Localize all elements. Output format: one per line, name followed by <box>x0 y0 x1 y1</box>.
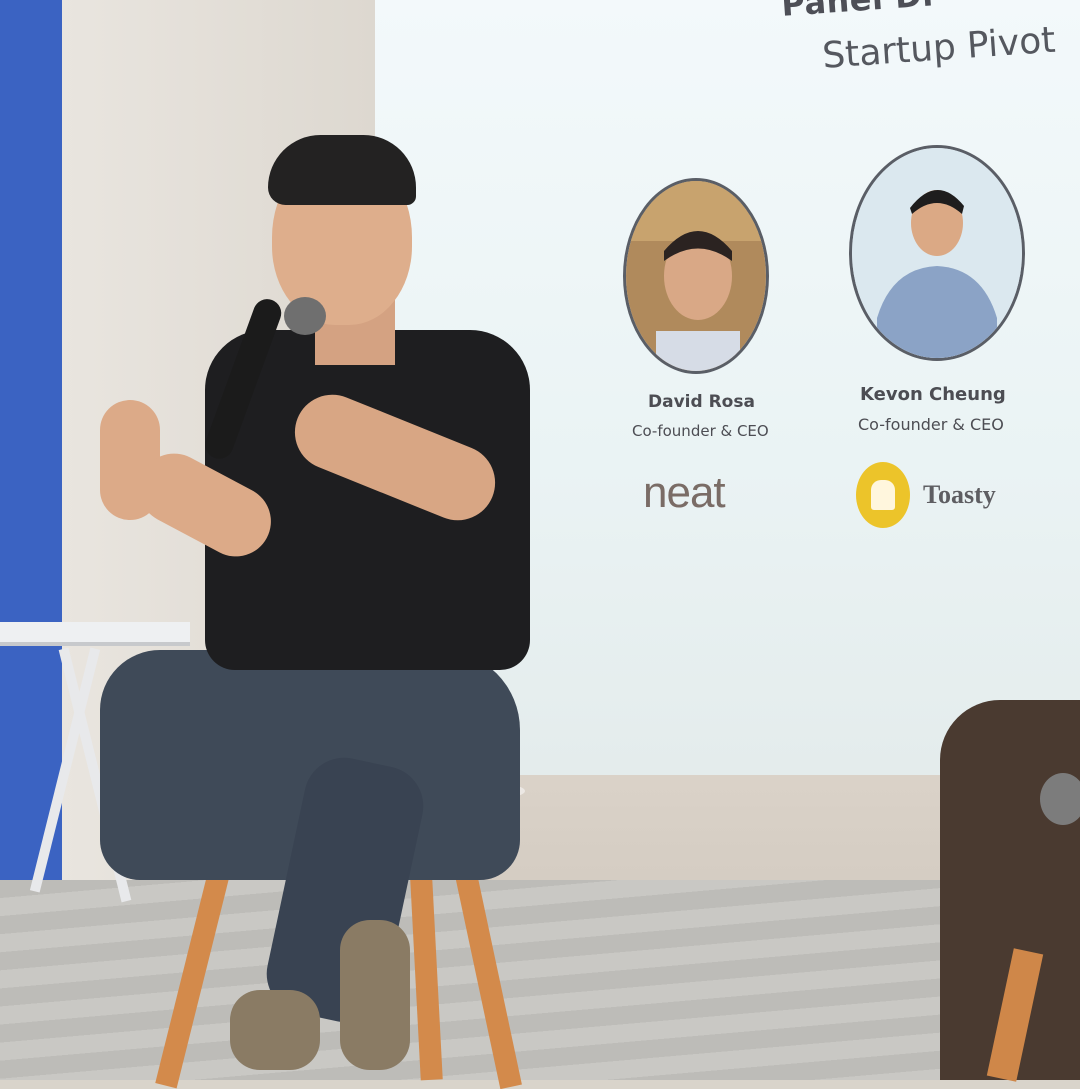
speaker-hair <box>268 135 416 205</box>
photo-scene: Panel Di Startup Pivot David Rosa Co-fou… <box>0 0 1080 1089</box>
speaker-name: Kevon Cheung <box>860 384 1006 405</box>
speaker-role: Co-founder & CEO <box>632 422 769 440</box>
speaker-photo-david <box>623 178 769 374</box>
speaker-photo-kevon <box>849 145 1025 361</box>
slide-subtitle: Startup Pivot <box>821 19 1057 77</box>
speaker-shoe <box>340 920 410 1070</box>
microphone-icon <box>1040 773 1080 825</box>
portrait-icon <box>626 181 766 371</box>
speaker-role: Co-founder & CEO <box>858 415 1004 434</box>
neat-logo: neat <box>643 468 726 517</box>
microphone-head <box>284 297 326 335</box>
toast-bread-icon <box>856 462 910 528</box>
slide-title: Panel Di <box>780 0 935 24</box>
speaker-shoe <box>230 990 320 1070</box>
speaker-name: David Rosa <box>648 392 755 412</box>
portrait-icon <box>852 148 1022 358</box>
side-table <box>0 622 190 646</box>
floor <box>0 880 1080 1080</box>
toasty-logo: Toasty <box>923 480 996 509</box>
